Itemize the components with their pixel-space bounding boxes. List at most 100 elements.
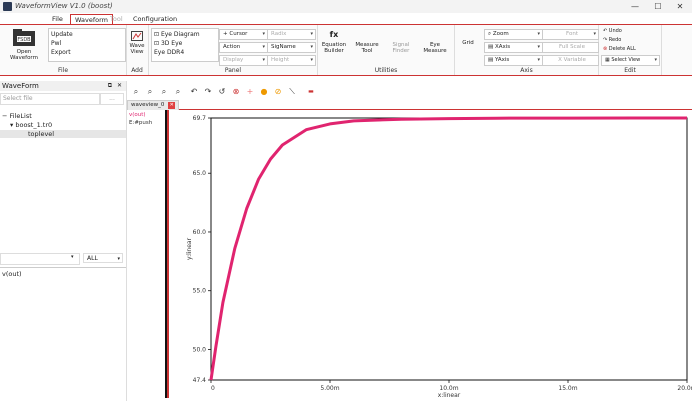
open-waveform-button[interactable]: FSDB Open Waveform <box>4 27 44 61</box>
browse-button[interactable]: ... <box>100 93 124 105</box>
eye-3d-icon: ⊡ <box>154 40 161 47</box>
y-tick-label: 65.0 <box>193 170 207 177</box>
series-line-vout <box>209 116 688 381</box>
chevron-down-icon: ▾ <box>537 31 540 37</box>
ribbon-group-utilities: fx Equation Builder Measure Tool Signal … <box>318 25 455 75</box>
chevron-down-icon: ▾ <box>654 57 657 63</box>
tree-item-toplevel[interactable]: toplevel <box>0 130 126 138</box>
cursor-dropdown[interactable]: + Cursor ▾ <box>219 29 268 40</box>
marker-remove-icon[interactable]: ⊘ <box>273 87 283 97</box>
undock-icon[interactable]: ⧉ <box>108 81 112 91</box>
pwl-item[interactable]: Pwl <box>51 39 61 48</box>
radix-dropdown[interactable]: Radix ▾ <box>267 29 316 40</box>
tab-file[interactable]: File <box>48 14 67 24</box>
y-tick-label: 69.7 <box>193 115 207 122</box>
zoom-dropdown[interactable]: ⌕ Zoom ▾ <box>484 29 543 40</box>
ribbon-group-axis: Grid ⌕ Zoom ▾ ▤ XAxis ▾ ▤ YAxis ▾ Font ▾ Ful… <box>455 25 599 75</box>
tree-item-filelist[interactable]: − FileList <box>2 112 32 120</box>
chevron-down-icon: ▾ <box>117 256 120 262</box>
signal-finder-button[interactable]: Signal Finder <box>386 30 416 54</box>
redo-button[interactable]: ↷ Redo <box>603 36 621 45</box>
display-dropdown[interactable]: Display ▾ <box>219 55 268 66</box>
tab-configuration[interactable]: Configuration <box>129 14 181 24</box>
xaxis-dropdown[interactable]: ▤ XAxis ▾ <box>484 42 543 53</box>
group-label-add: Add <box>131 67 143 74</box>
close-icon[interactable]: ✕ <box>117 81 122 91</box>
chevron-down-icon[interactable]: ▾ <box>71 254 74 260</box>
cursor-add-icon[interactable]: + <box>245 87 255 97</box>
equation-builder-button[interactable]: fx Equation Builder <box>319 30 349 54</box>
zoom-fit-icon[interactable]: ⌕ <box>159 87 169 97</box>
tab-tool[interactable]: Tool <box>106 14 127 24</box>
group-label-utilities: Utilities <box>374 67 398 74</box>
signal-name[interactable]: v(out) <box>129 112 146 118</box>
app-icon <box>3 2 12 11</box>
height-dropdown[interactable]: Height ▾ <box>267 55 316 66</box>
delete-icon[interactable]: ⊗ <box>231 87 241 97</box>
fx-icon: fx <box>329 30 339 39</box>
eye-ddr4-item[interactable]: Eye DDR4 <box>154 48 184 57</box>
y-tick-label: 47.4 <box>193 377 207 384</box>
waveform-chart[interactable]: 47.4 50.0 55.0 60.0 65.0 69.7 0 5.00m 10.0m 15.0m… <box>169 110 692 399</box>
tree-item-boost[interactable]: ▾ boost_1.tr0 <box>10 121 52 129</box>
plot-area-border <box>210 117 688 381</box>
refresh-icon[interactable]: ↺ <box>217 87 227 97</box>
y-tick-label: 55.0 <box>193 288 207 295</box>
ribbon-group-add: Wave View Add <box>126 25 149 75</box>
waveform-style-icon[interactable]: ▬ <box>303 87 319 97</box>
wave-view-icon <box>131 31 143 41</box>
file-actions-list: Update Pwl Export <box>48 28 126 62</box>
signal-item-vout[interactable]: v(out) <box>2 270 22 278</box>
measure-icon[interactable]: ⟍ <box>287 87 297 97</box>
marker-icon[interactable]: ● <box>259 87 269 97</box>
update-item[interactable]: Update <box>51 30 73 39</box>
select-view-dropdown[interactable]: ▦ Select View ▾ <box>601 55 660 66</box>
eye-3d-item[interactable]: ⊡ 3D Eye <box>154 39 182 48</box>
wave-view-button[interactable]: Wave View <box>127 31 147 55</box>
zoom-out-icon[interactable]: ⌕ <box>145 87 155 97</box>
svg-text:FSDB: FSDB <box>17 37 31 43</box>
folder-icon: FSDB <box>13 29 35 46</box>
chevron-down-icon: ▾ <box>262 31 265 37</box>
title-bar: WaveformView V1.0 (boost) — ☐ ✕ <box>0 0 692 14</box>
group-label-edit: Edit <box>624 67 636 74</box>
delete-all-button[interactable]: ⊗ Delete ALL <box>603 45 636 54</box>
x-axis-label: x:linear <box>438 392 461 398</box>
xaxis-icon: ▤ <box>488 44 495 50</box>
eye-measure-button[interactable]: Eye Measure <box>420 30 450 54</box>
signal-search-input[interactable] <box>0 253 80 265</box>
minimize-button[interactable]: — <box>624 1 646 12</box>
chevron-down-icon: ▾ <box>262 44 265 50</box>
export-item[interactable]: Export <box>51 48 71 57</box>
signame-dropdown[interactable]: SigName ▾ <box>267 42 316 53</box>
action-dropdown[interactable]: Action ▾ <box>219 42 268 53</box>
zoom-in-icon[interactable]: ⌕ <box>131 87 141 97</box>
yaxis-dropdown[interactable]: ▤ YAxis ▾ <box>484 55 543 66</box>
eye-diagram-item[interactable]: ⊡ Eye Diagram <box>154 30 200 39</box>
undo-icon[interactable]: ↶ <box>189 87 199 97</box>
grid-button[interactable]: Grid <box>456 40 480 46</box>
undo-button[interactable]: ↶ Undo <box>603 27 622 36</box>
maximize-button[interactable]: ☐ <box>647 1 669 12</box>
close-button[interactable]: ✕ <box>669 1 691 12</box>
x-tick-label: 15.0m <box>558 385 577 392</box>
chevron-down-icon: ▾ <box>593 31 596 37</box>
signal-value-column <box>153 110 167 398</box>
y-tick-label: 60.0 <box>193 229 207 236</box>
measure-tool-button[interactable]: Measure Tool <box>352 30 382 54</box>
zoom-area-icon[interactable]: ⌕ <box>173 87 183 97</box>
collapse-icon[interactable]: − <box>2 112 7 120</box>
ribbon-group-panel: ⊡ Eye Diagram ⊡ 3D Eye Eye DDR4 + Cursor… <box>149 25 318 75</box>
redo-icon[interactable]: ↷ <box>203 87 213 97</box>
yaxis-icon: ▤ <box>488 57 495 63</box>
x-variable-button[interactable]: X Variable <box>542 55 599 66</box>
font-dropdown[interactable]: Font ▾ <box>542 29 599 40</box>
signal-filter-select[interactable]: ALL ▾ <box>83 253 123 263</box>
full-scale-button[interactable]: Full Scale <box>542 42 599 53</box>
file-filter-input[interactable]: Select file <box>0 93 100 105</box>
x-tick-label: 5.00m <box>320 385 339 392</box>
chevron-down-icon[interactable]: ▾ <box>10 121 13 129</box>
close-tab-icon[interactable]: ✕ <box>168 102 176 109</box>
panel-title: WaveForm <box>2 82 39 90</box>
signal-list: v(out) <box>0 267 126 402</box>
